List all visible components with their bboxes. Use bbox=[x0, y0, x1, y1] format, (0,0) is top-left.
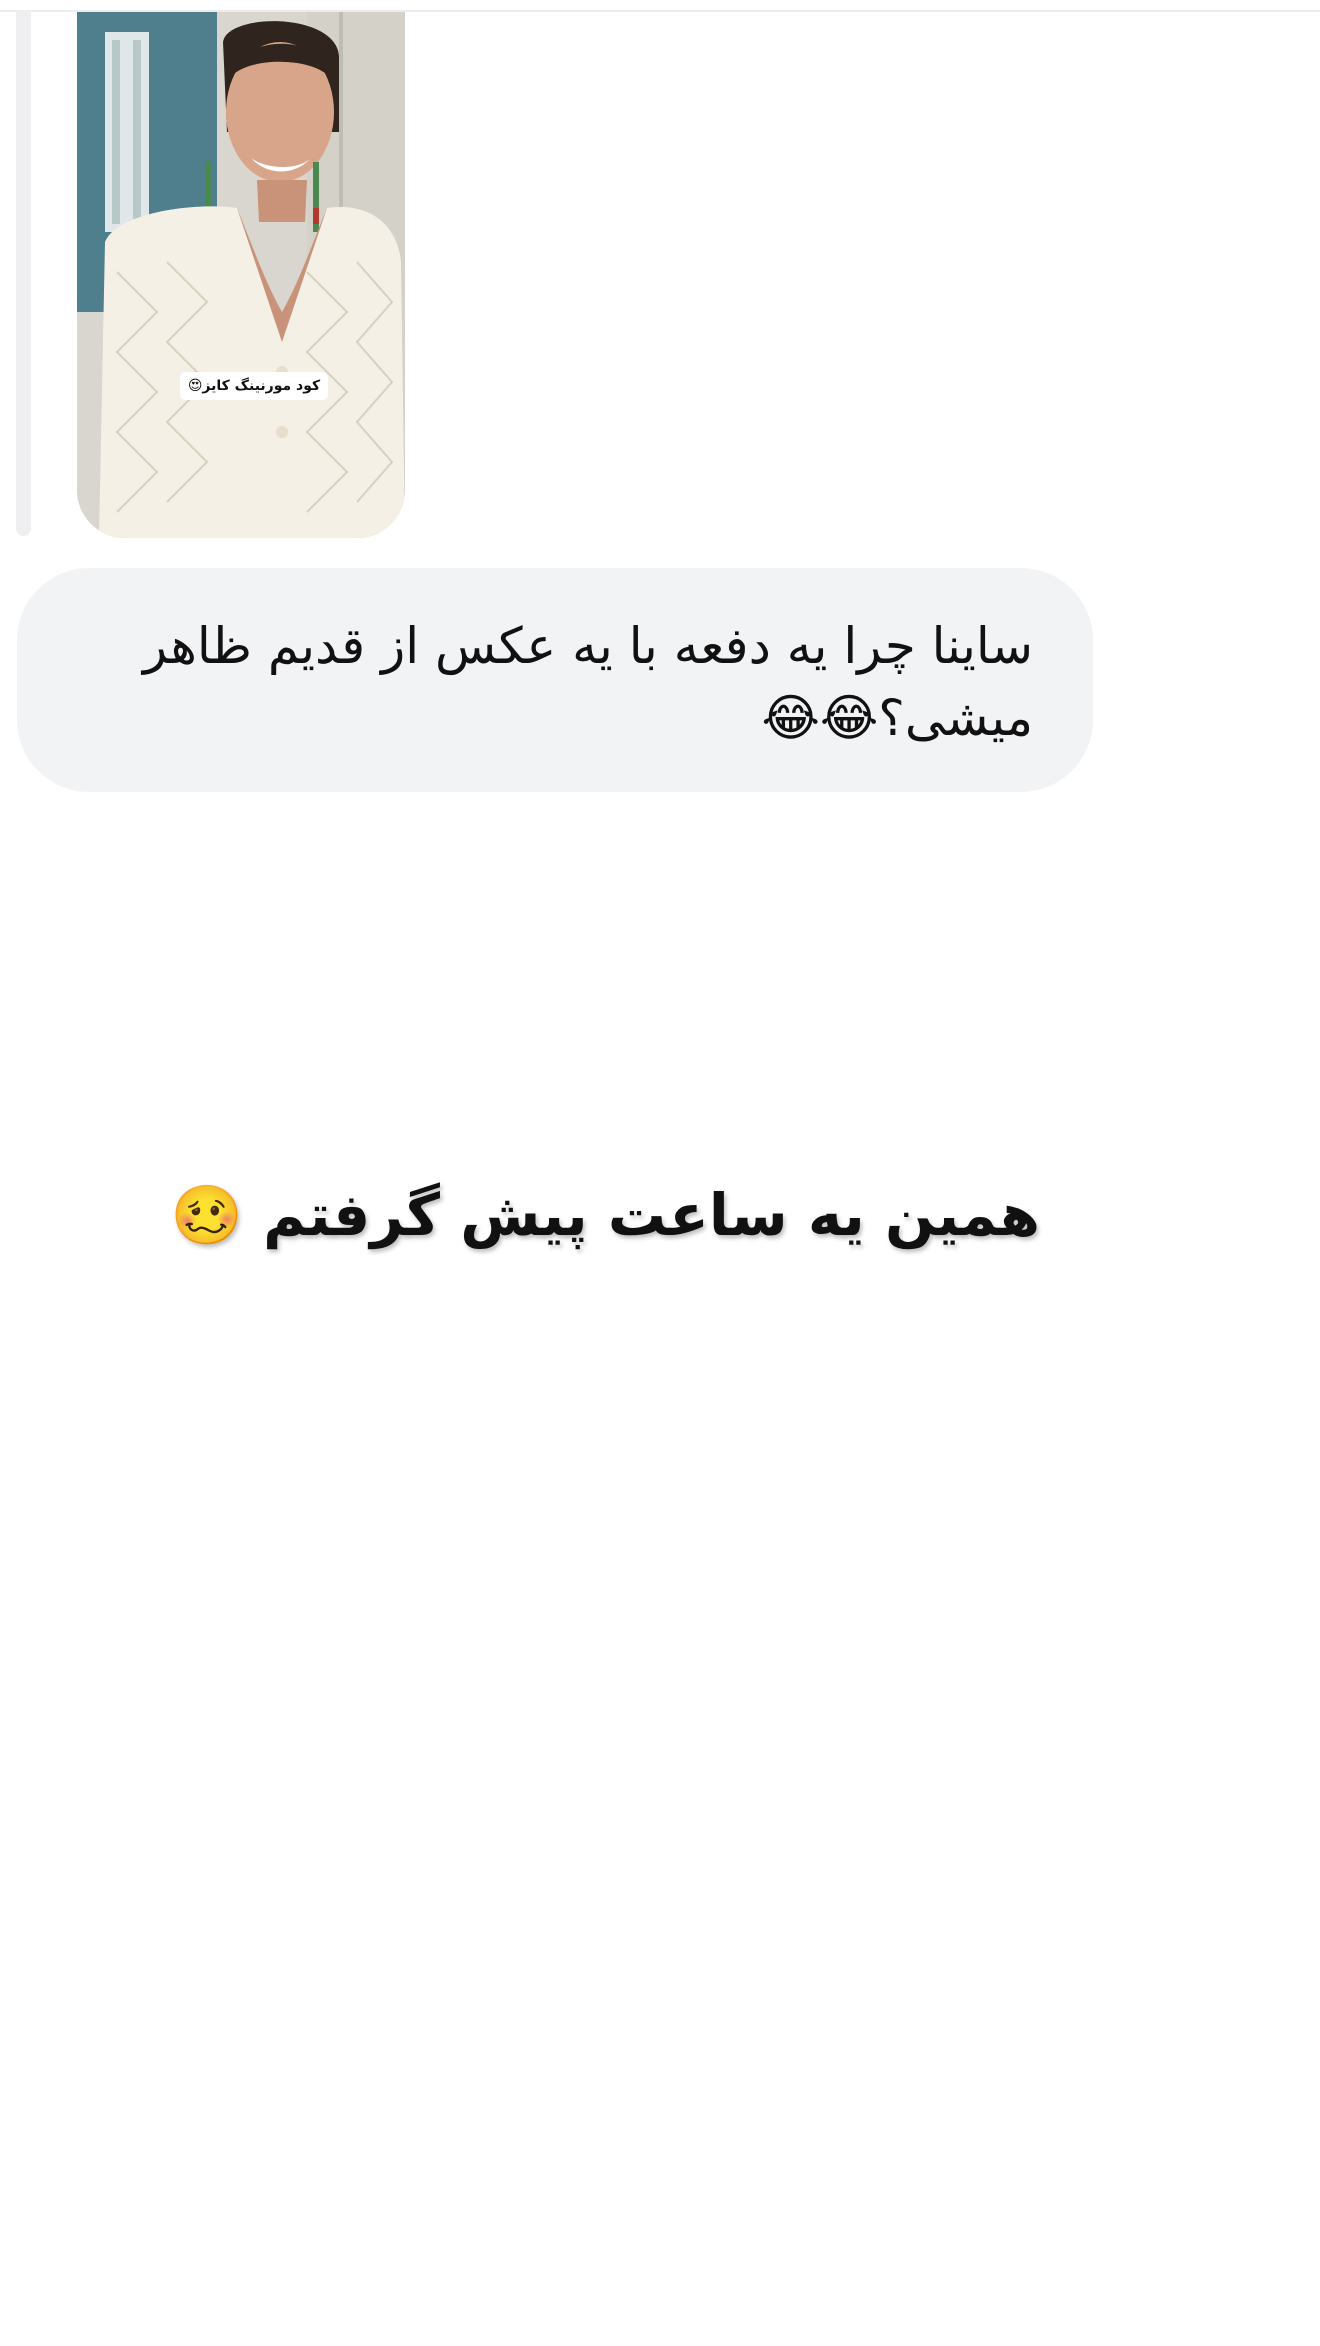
message-bubble[interactable]: ساینا چرا یه دفعه با یه عکس از قدیم ظاهر… bbox=[17, 568, 1093, 792]
message-text: ساینا چرا یه دفعه با یه عکس از قدیم ظاهر… bbox=[142, 617, 1033, 747]
photo-overlay-tag: کود مورنینگ کایز😍 bbox=[180, 372, 328, 400]
reply-indicator-bar bbox=[16, 10, 31, 536]
person-photo-icon bbox=[77, 12, 405, 538]
shared-post-photo[interactable]: کود مورنینگ کایز😍 bbox=[77, 12, 405, 538]
story-caption: همین یه ساعت پیش گرفتم 🥴 bbox=[170, 1181, 1040, 1249]
